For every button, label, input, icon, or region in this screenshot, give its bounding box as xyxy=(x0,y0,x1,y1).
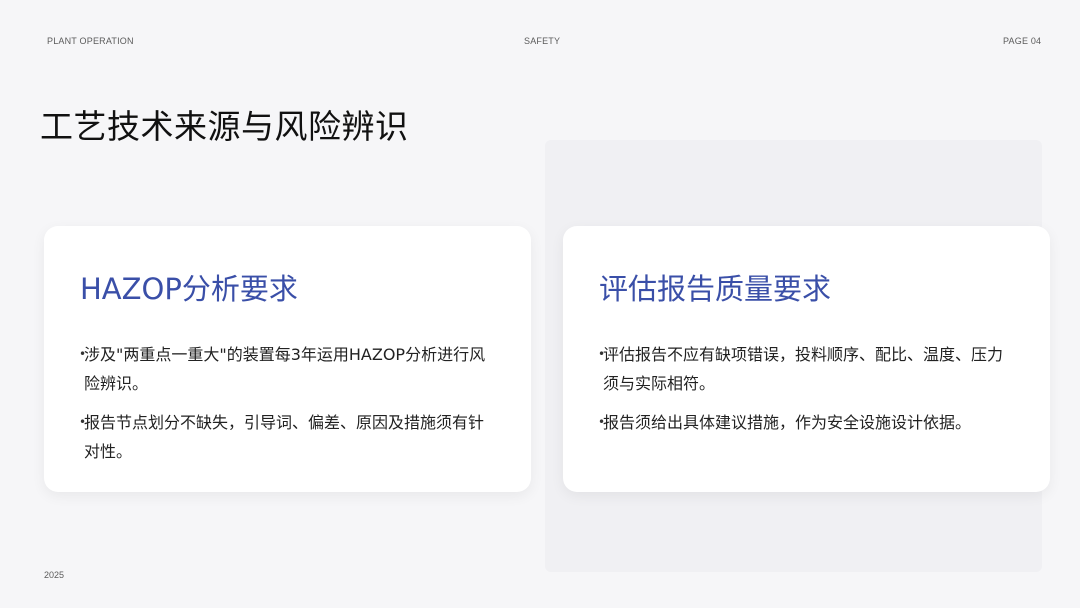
card-bullet-list: • 涉及"两重点一重大"的装置每3年运用HAZOP分析进行风险辨识。 • 报告节… xyxy=(79,340,496,476)
card-title: 评估报告质量要求 xyxy=(599,272,832,306)
list-item-text: 评估报告不应有缺项错误，投料顺序、配比、温度、压力须与实际相符。 xyxy=(603,345,1004,393)
card-title: HAZOP分析要求 xyxy=(80,272,298,306)
header-page-number: PAGE 04 xyxy=(1003,36,1042,46)
bullet-icon: • xyxy=(598,347,606,361)
bullet-icon: • xyxy=(79,347,87,361)
list-item-text: 报告节点划分不缺失，引导词、偏差、原因及措施须有针对性。 xyxy=(84,413,485,461)
page-title: 工艺技术来源与风险辨识 xyxy=(40,107,409,146)
card-hazop: HAZOP分析要求 • 涉及"两重点一重大"的装置每3年运用HAZOP分析进行风… xyxy=(44,226,531,492)
list-item: • 评估报告不应有缺项错误，投料顺序、配比、温度、压力须与实际相符。 xyxy=(598,340,1015,398)
slide: PLANT OPERATION SAFETY PAGE 04 工艺技术来源与风险… xyxy=(0,0,1080,608)
header-topic-label: SAFETY xyxy=(524,36,561,46)
card-bullet-list: • 评估报告不应有缺项错误，投料顺序、配比、温度、压力须与实际相符。 • 报告须… xyxy=(598,340,1015,447)
list-item-text: 报告须给出具体建议措施，作为安全设施设计依据。 xyxy=(603,413,972,432)
header-section-label: PLANT OPERATION xyxy=(47,36,134,46)
card-report-quality: 评估报告质量要求 • 评估报告不应有缺项错误，投料顺序、配比、温度、压力须与实际… xyxy=(563,226,1050,492)
list-item-text: 涉及"两重点一重大"的装置每3年运用HAZOP分析进行风险辨识。 xyxy=(84,345,486,393)
list-item: • 报告须给出具体建议措施，作为安全设施设计依据。 xyxy=(598,408,1015,437)
bullet-icon: • xyxy=(79,415,87,429)
list-item: • 报告节点划分不缺失，引导词、偏差、原因及措施须有针对性。 xyxy=(79,408,496,466)
list-item: • 涉及"两重点一重大"的装置每3年运用HAZOP分析进行风险辨识。 xyxy=(79,340,496,398)
footer-year: 2025 xyxy=(44,570,65,580)
bullet-icon: • xyxy=(598,415,606,429)
